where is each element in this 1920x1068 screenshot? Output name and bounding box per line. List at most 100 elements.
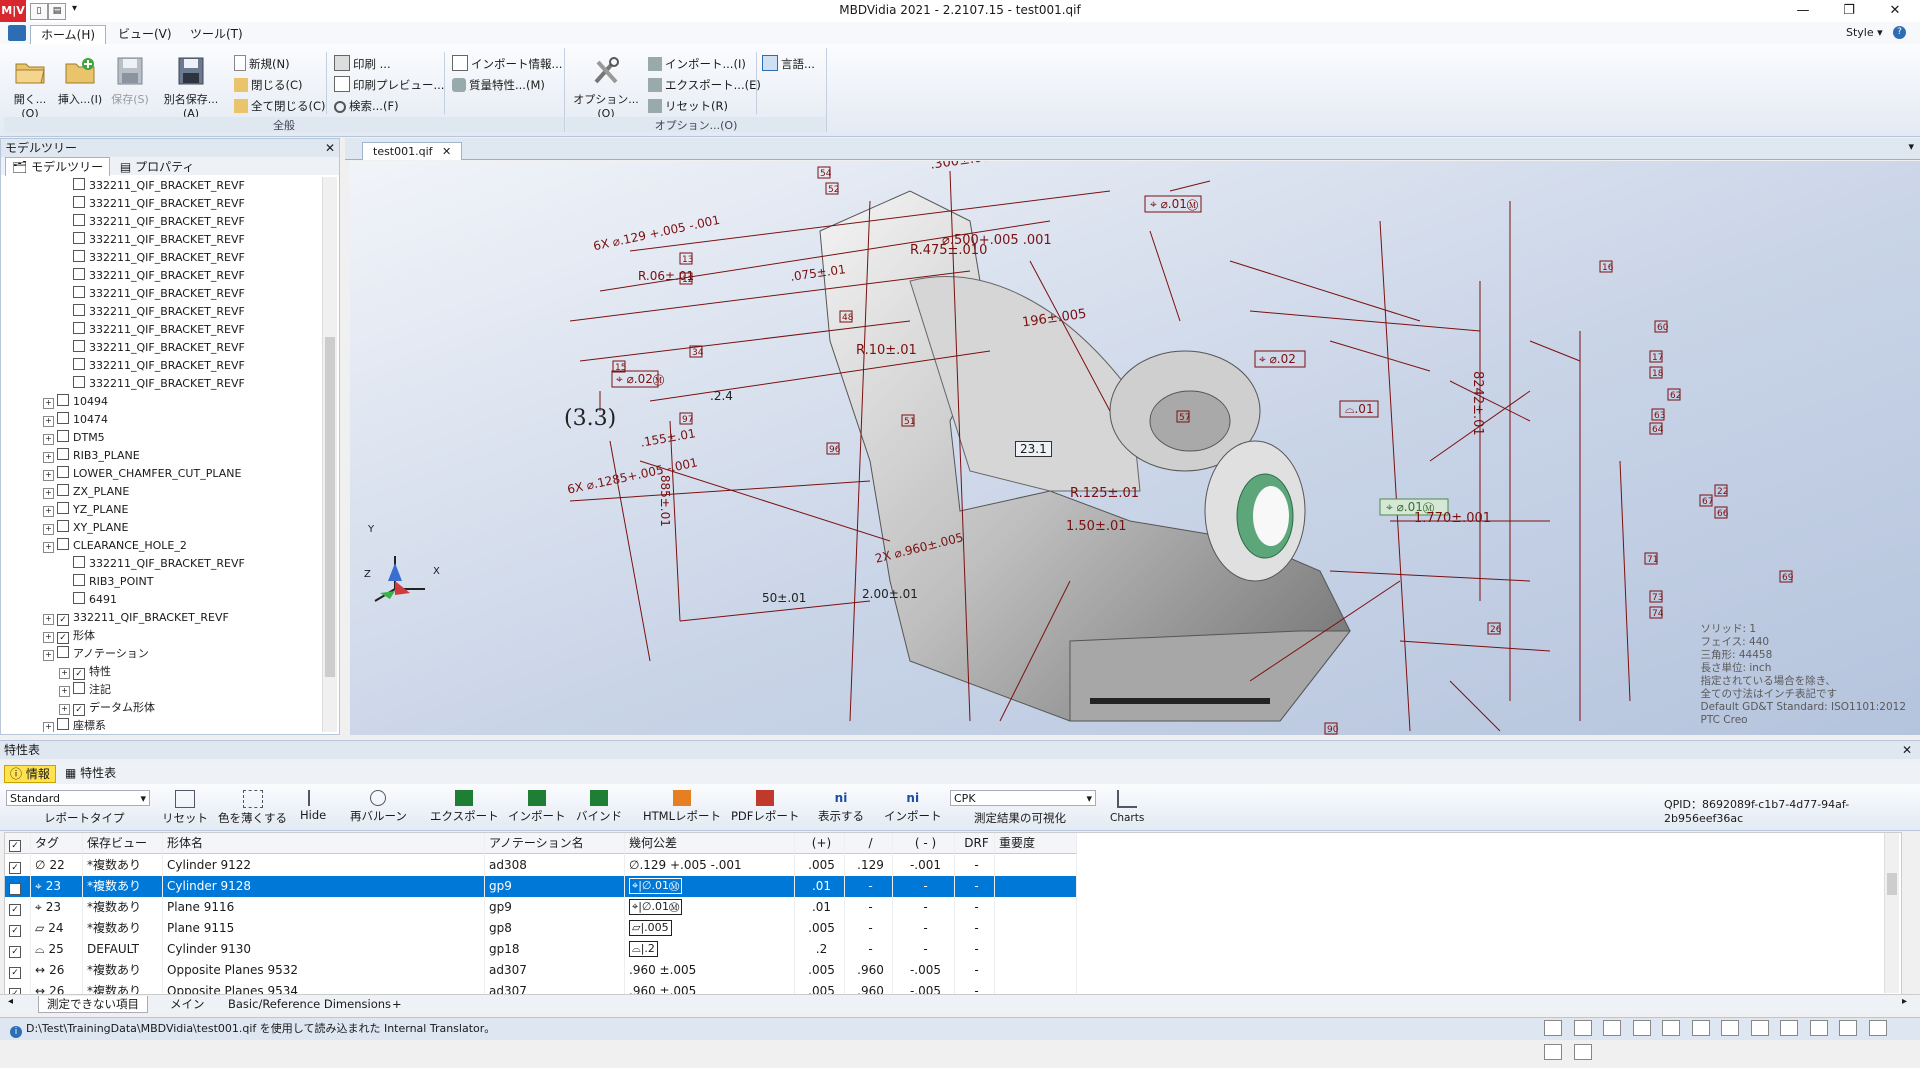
excel-import-button[interactable]: インポート [508,790,566,824]
tab-home[interactable]: ホーム(H) [30,25,107,44]
next-sheet-icon[interactable]: ▸ [1902,996,1907,1007]
expand-icon[interactable]: + [43,434,54,445]
tree-item[interactable]: 332211_QIF_BRACKET_REVF [59,375,245,393]
table-row[interactable]: ✓ ↔ 26 *複数あり Opposite Planes 9532 ad307.960 ±… [5,960,1077,981]
tree-item[interactable]: + ✓ 形体 [43,627,95,645]
insert-button[interactable]: 挿入...(I) [56,54,104,107]
dim-150[interactable]: 1.50±.01 [1066,519,1127,534]
grid-scroll-thumb[interactable] [1887,873,1897,895]
tree-checkbox[interactable] [73,232,85,244]
dim-24[interactable]: .2.4 [710,389,733,403]
filter-icon[interactable] [1809,1020,1828,1036]
header-slash[interactable]: / [845,833,893,854]
view-icon[interactable] [1573,1020,1592,1036]
tree-checkbox[interactable] [57,448,69,460]
checkbox[interactable]: ✓ [9,840,21,852]
row-checkbox[interactable]: ✓ [9,862,21,874]
expand-icon[interactable]: + [43,524,54,535]
tree-checkbox[interactable] [57,484,69,496]
tree-checkbox[interactable] [57,466,69,478]
tab-list-dropdown-icon[interactable]: ▾ [1908,140,1914,153]
tree-checkbox[interactable] [73,178,85,190]
tree-checkbox[interactable]: ✓ [57,614,69,626]
expand-icon[interactable]: + [43,488,54,499]
row-select-cell[interactable]: ✓ [5,939,31,960]
header-minus[interactable]: ( - ) [893,833,955,854]
close-tab-icon[interactable]: ✕ [442,145,451,158]
filter-icon[interactable] [1573,1044,1592,1060]
fade-button[interactable]: 色を薄くする [218,790,287,826]
expand-icon[interactable]: + [43,632,54,643]
dim-200[interactable]: 2.00±.01 [862,587,918,601]
sheet-tab-main[interactable]: メイン [162,996,213,1012]
dim-r125[interactable]: R.125±.01 [1070,486,1139,501]
options-export-button[interactable]: エクスポート...(E) [648,75,761,95]
save-as-button[interactable]: 別名保存...(A) [156,54,226,120]
tab-model-tree[interactable]: 🗂 モデルツリー [5,157,111,176]
close-panel-icon[interactable]: ✕ [1902,741,1912,759]
tree-item[interactable]: + ✓ データム形体 [59,699,155,717]
dim-8242[interactable]: 8242±.01 [1470,371,1485,436]
filter-icon[interactable] [1544,1044,1562,1060]
tree-item[interactable]: 6491 [59,591,117,609]
app-menu-button[interactable] [8,25,26,41]
dim-reference[interactable]: (3.3) [564,406,616,431]
table-row[interactable]: ✓ ⏥ 24 *複数あり Plane 9115 gp8 ⏥|.005.005- - - [5,918,1077,939]
close-all-button[interactable]: 全て閉じる(C) [234,96,326,116]
print-button[interactable]: 印刷 ... [334,54,391,74]
options-import-button[interactable]: インポート...(I) [648,54,746,74]
pdf-report-button[interactable]: PDFレポート [731,790,799,824]
tree-item[interactable]: 332211_QIF_BRACKET_REVF [59,357,245,375]
header-annotation[interactable]: アノテーション名 [485,833,625,854]
header-feature[interactable]: 形体名 [163,833,485,854]
filter-icon[interactable] [1632,1020,1651,1036]
excel-export-button[interactable]: エクスポート [430,790,499,824]
filter-icon[interactable] [1662,1020,1680,1036]
style-menu[interactable]: Style ▾ [1846,26,1883,39]
tree-checkbox[interactable] [73,340,85,352]
search-button[interactable]: 検索...(F) [334,96,399,116]
tree-checkbox[interactable] [57,502,69,514]
3d-viewport[interactable]: ⌖ ⌀.02Ⓜ ⌖ ⌀.01Ⓜ ⌖ ⌀.02 ⌓.01 ⌖ ⌀.01Ⓜ 54 5… [350,161,1920,735]
view-icon[interactable] [1544,1020,1562,1036]
tab-tools[interactable]: ツール(T) [180,25,253,43]
table-row[interactable]: ✓ ⌖ 23 *複数あり Cylinder 9128 gp9 ⌖|∅.01Ⓜ .01- - - [5,876,1077,897]
tab-properties[interactable]: ▤ プロパティ [114,158,200,176]
tree-item[interactable]: 332211_QIF_BRACKET_REVF [59,321,245,339]
tree-checkbox[interactable] [57,412,69,424]
bind-button[interactable]: バインド [576,790,622,824]
header-select-all[interactable]: ✓ [5,833,31,854]
header-saved-view[interactable]: 保存ビュー [83,833,163,854]
tree-item[interactable]: + LOWER_CHAMFER_CUT_PLANE [43,465,241,483]
dim-dia500[interactable]: ⌀.500+.005 .001 [942,233,1052,248]
reballoon-button[interactable]: 再バルーン [350,790,407,824]
close-doc-button[interactable]: 閉じる(C) [234,75,303,95]
expand-icon[interactable]: + [43,722,54,732]
row-checkbox[interactable]: ✓ [9,946,21,958]
help-icon[interactable]: ? [1893,26,1906,39]
tree-item[interactable]: + CLEARANCE_HOLE_2 [43,537,187,555]
tab-info[interactable]: ⓘ 情報 [4,765,56,783]
tree-item[interactable]: + ✓ 332211_QIF_BRACKET_REVF [43,609,229,627]
tree-item[interactable]: 332211_QIF_BRACKET_REVF [59,231,245,249]
maximize-button[interactable]: ❐ [1826,0,1872,22]
row-checkbox[interactable]: ✓ [9,904,21,916]
add-sheet-button[interactable]: + [384,996,410,1012]
tree-item[interactable]: 332211_QIF_BRACKET_REVF [59,303,245,321]
tree-checkbox[interactable] [57,538,69,550]
tree-checkbox[interactable] [73,682,85,694]
tab-view[interactable]: ビュー(V) [108,25,182,43]
mass-properties-button[interactable]: 質量特性...(M) [452,75,545,95]
expand-icon[interactable]: + [59,668,70,679]
tree-item[interactable]: 332211_QIF_BRACKET_REVF [59,339,245,357]
filter-icon[interactable] [1750,1020,1769,1036]
tree-checkbox[interactable] [73,592,85,604]
row-select-cell[interactable]: ✓ [5,897,31,918]
header-gdt[interactable]: 幾何公差 [625,833,795,854]
row-checkbox[interactable]: ✓ [9,883,21,895]
row-checkbox[interactable]: ✓ [9,925,21,937]
tree-checkbox[interactable] [73,358,85,370]
tree-checkbox[interactable] [73,286,85,298]
tree-item[interactable]: 332211_QIF_BRACKET_REVF [59,177,245,195]
row-select-cell[interactable]: ✓ [5,876,31,897]
